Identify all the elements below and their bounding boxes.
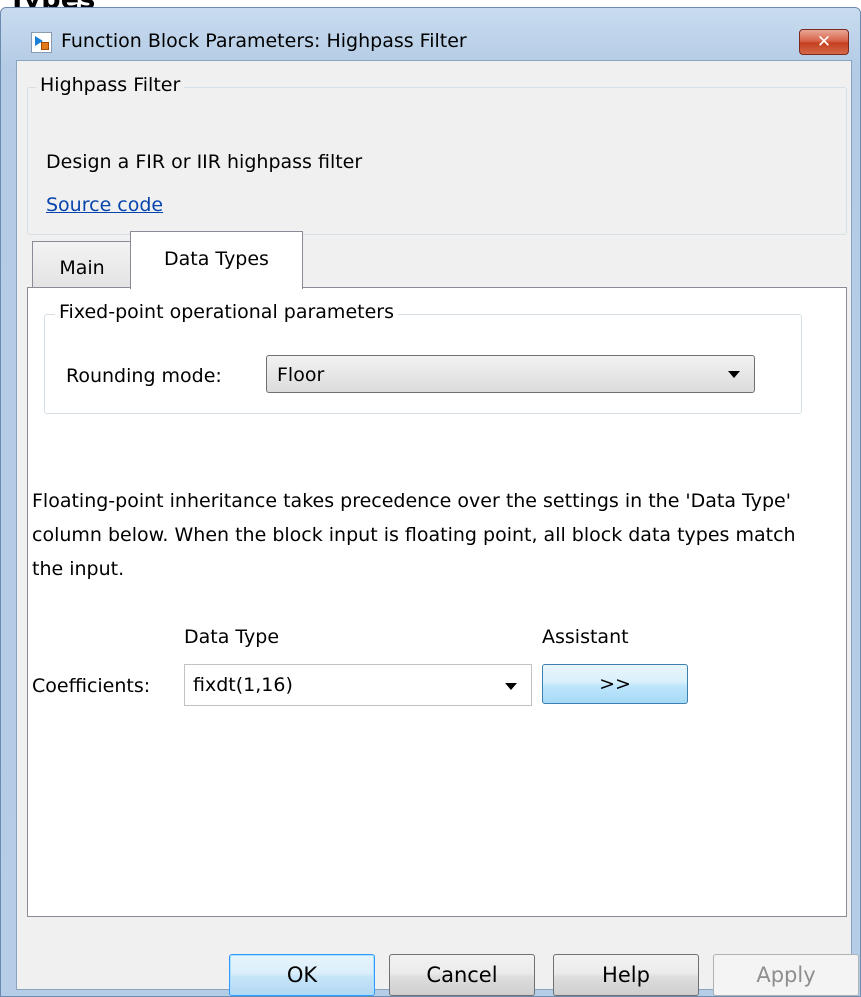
description-group-title: Highpass Filter [36, 74, 185, 96]
assistant-column-header: Assistant [542, 626, 629, 648]
help-button[interactable]: Help [553, 954, 699, 996]
apply-button[interactable]: Apply [713, 954, 859, 996]
tab-main[interactable]: Main [32, 241, 132, 287]
description-group: Highpass Filter Design a FIR or IIR high… [27, 74, 847, 235]
description-text: Design a FIR or IIR highpass filter [46, 151, 363, 173]
source-code-link[interactable]: Source code [46, 194, 163, 216]
coefficients-data-type-select[interactable]: fixdt(1,16) [184, 664, 532, 706]
coefficients-data-type-value: fixdt(1,16) [193, 674, 293, 696]
inheritance-info-text: Floating-point inheritance takes precede… [32, 490, 796, 580]
fixed-point-group-title: Fixed-point operational parameters [55, 301, 398, 323]
coefficients-label: Coefficients: [32, 675, 151, 697]
data-types-panel: Fixed-point operational parameters Round… [27, 287, 847, 917]
fixed-point-group: Fixed-point operational parameters Round… [44, 301, 802, 414]
cancel-button[interactable]: Cancel [389, 954, 535, 996]
rounding-mode-label: Rounding mode: [66, 365, 222, 387]
close-button[interactable]: ✕ [799, 29, 849, 55]
window-title: Function Block Parameters: Highpass Filt… [61, 30, 467, 52]
dialog-window: Function Block Parameters: Highpass Filt… [0, 7, 861, 997]
ok-button[interactable]: OK [229, 954, 375, 996]
rounding-mode-select[interactable]: Floor [266, 355, 755, 393]
data-type-assistant-button[interactable]: >> [542, 664, 688, 704]
data-type-column-header: Data Type [184, 626, 280, 648]
chevron-down-icon [728, 371, 740, 378]
chevron-down-icon [505, 683, 517, 690]
close-icon: ✕ [816, 32, 832, 52]
dialog-content: Highpass Filter Design a FIR or IIR high… [16, 60, 859, 996]
simulink-block-icon [31, 32, 52, 53]
title-bar[interactable]: Function Block Parameters: Highpass Filt… [1, 8, 860, 55]
rounding-mode-value: Floor [277, 364, 325, 386]
tab-data-types[interactable]: Data Types [130, 231, 303, 289]
